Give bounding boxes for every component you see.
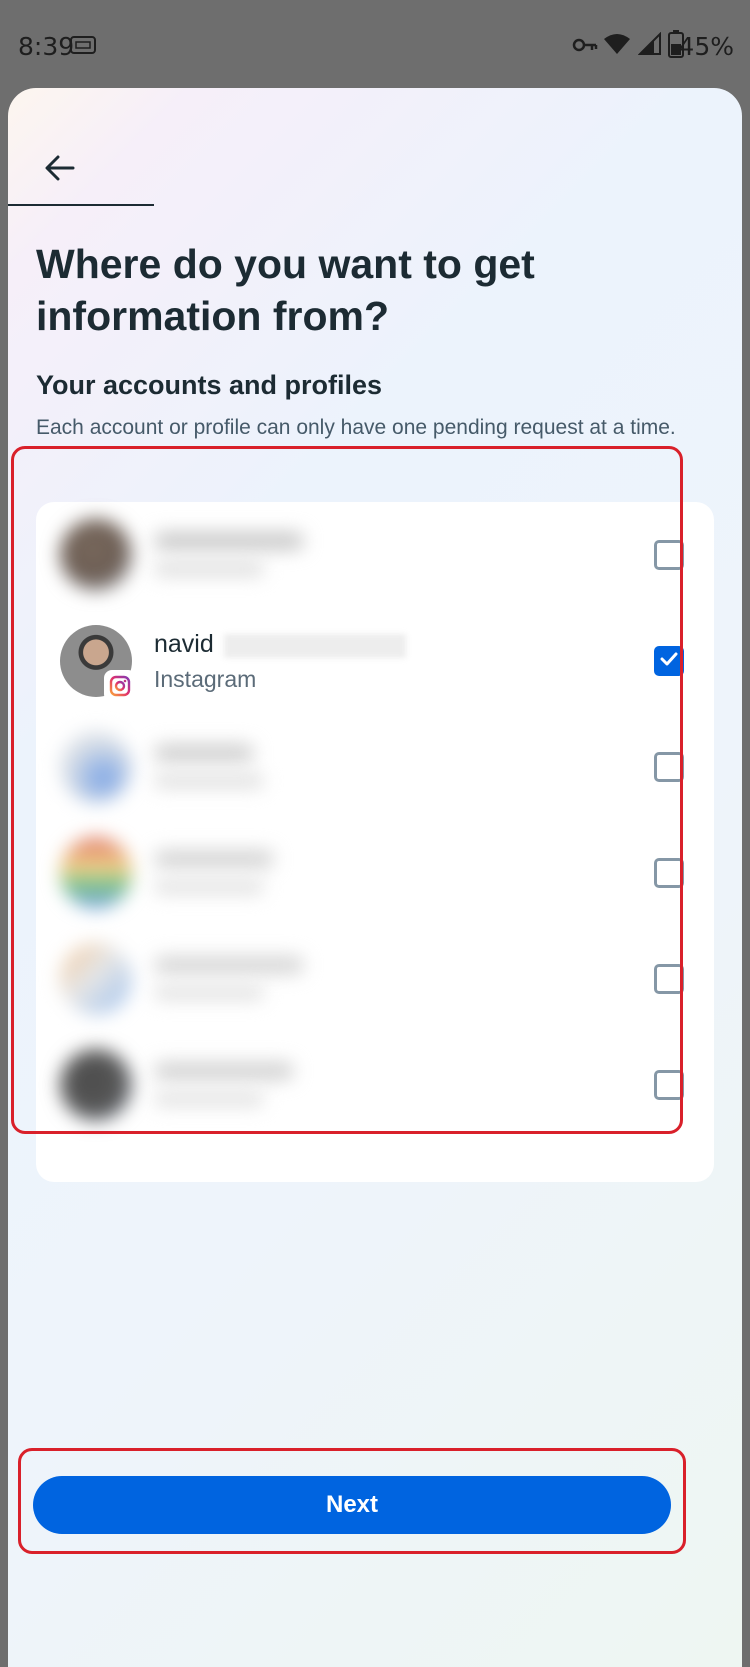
battery-percent: 45% — [678, 32, 734, 61]
section-title: Your accounts and profiles — [36, 370, 383, 400]
next-button[interactable]: Next — [33, 1476, 671, 1534]
back-button[interactable] — [32, 142, 88, 198]
section-description: Each account or profile can only have on… — [36, 416, 676, 439]
wifi-icon — [603, 32, 631, 61]
progress-indicator — [8, 204, 154, 206]
status-bar: 8:39 45% — [0, 0, 750, 90]
highlight-accounts-list — [11, 446, 683, 1134]
page-title: Where do you want to get information fro… — [36, 241, 535, 339]
arrow-left-icon — [45, 155, 75, 186]
key-icon — [572, 36, 598, 59]
signal-icon — [637, 31, 662, 61]
status-time: 8:39 — [18, 32, 75, 61]
sim-card-icon — [70, 36, 96, 59]
